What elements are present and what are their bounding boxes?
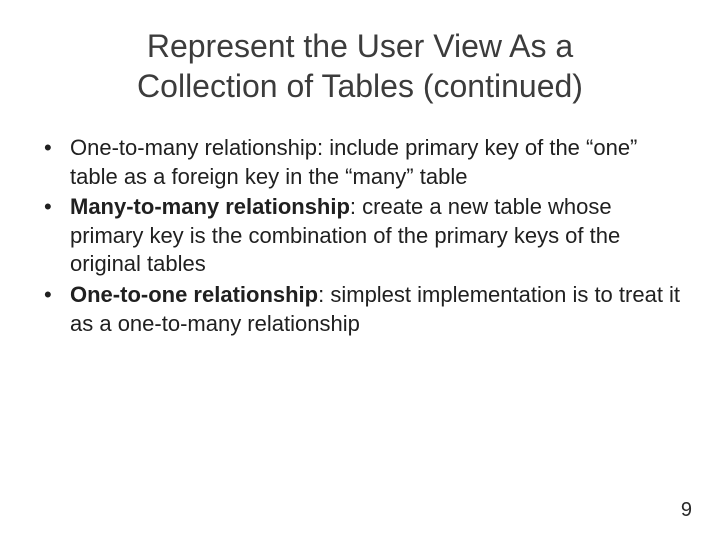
bullet-lead: Many-to-many relationship bbox=[70, 194, 350, 219]
bullet-list: One-to-many relationship: include primar… bbox=[36, 134, 684, 338]
bullet-lead: One-to-one relationship bbox=[70, 282, 318, 307]
list-item: One-to-many relationship: include primar… bbox=[36, 134, 684, 191]
slide-title: Represent the User View As a Collection … bbox=[80, 26, 640, 106]
list-item: One-to-one relationship: simplest implem… bbox=[36, 281, 684, 338]
slide: Represent the User View As a Collection … bbox=[0, 0, 720, 540]
list-item: Many-to-many relationship: create a new … bbox=[36, 193, 684, 279]
bullet-lead: One-to-many relationship bbox=[70, 135, 317, 160]
page-number: 9 bbox=[681, 499, 692, 522]
